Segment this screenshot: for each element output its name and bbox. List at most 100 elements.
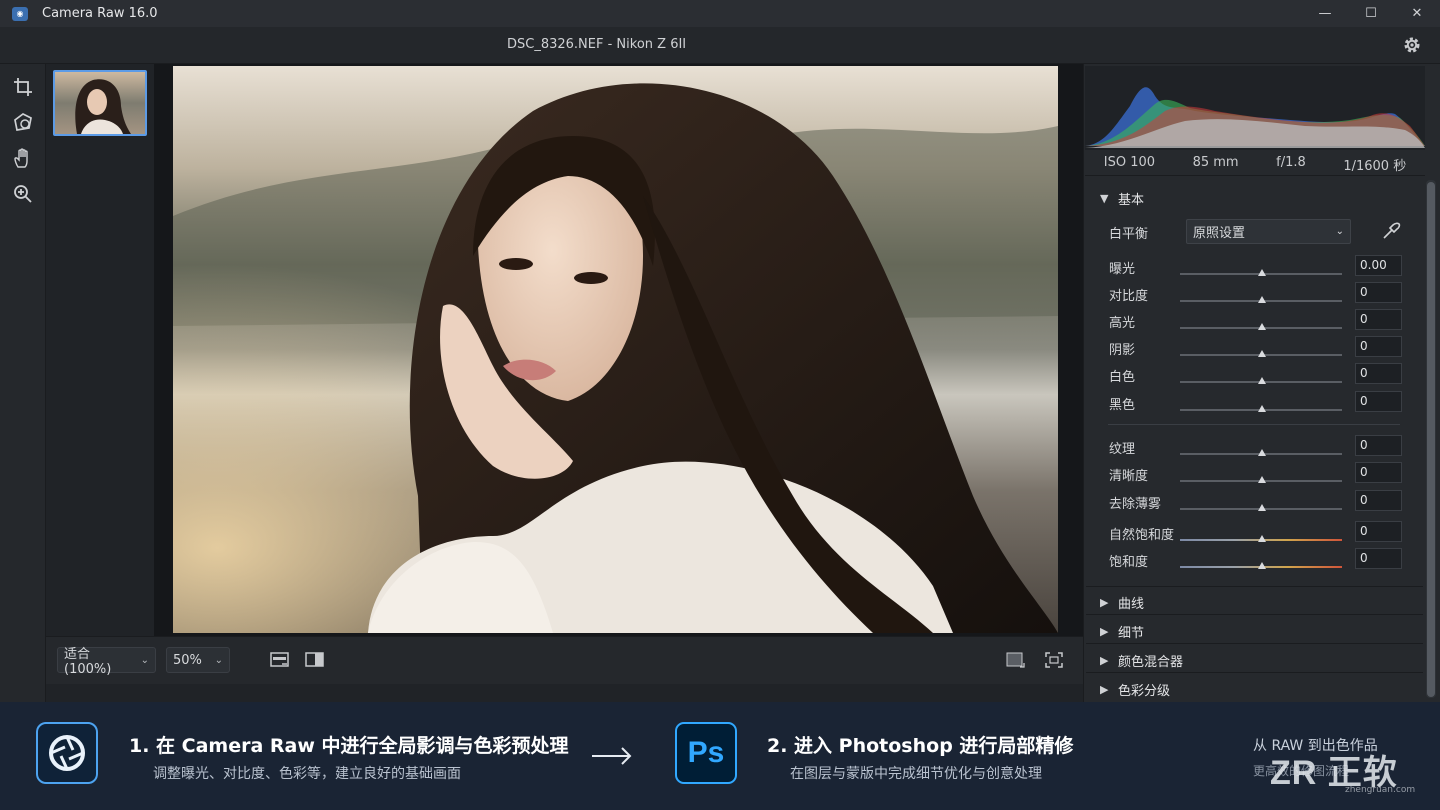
- before-after-split-icon[interactable]: [305, 651, 325, 669]
- section-divider: [1086, 643, 1423, 644]
- white-balance-label: 白平衡: [1109, 227, 1149, 242]
- slider-label: 阴影: [1109, 343, 1136, 358]
- filmstrip-toggle-icon[interactable]: [1006, 651, 1026, 669]
- masking-icon[interactable]: [12, 111, 34, 133]
- chevron-down-icon: ⌄: [140, 654, 149, 666]
- slider-handle[interactable]: [1258, 269, 1266, 276]
- slider-handle[interactable]: [1258, 377, 1266, 384]
- white-balance-select[interactable]: 原照设置 ⌄: [1186, 219, 1351, 244]
- chevron-right-icon: ▶: [1100, 596, 1109, 609]
- title-bar: ◉ Camera Raw 16.0 — ☐ ✕: [0, 0, 1440, 27]
- chevron-right-icon: ▶: [1100, 683, 1109, 696]
- aperture-value: f/1.8: [1276, 155, 1306, 170]
- slider-label: 曝光: [1109, 262, 1136, 277]
- slider-group-divider: [1108, 424, 1400, 425]
- slider-value-field[interactable]: 0: [1355, 462, 1402, 483]
- white-balance-value: 原照设置: [1193, 226, 1246, 241]
- section-header[interactable]: ▶ 曲线: [1100, 593, 1144, 612]
- section-basic-header[interactable]: ▼ 基本: [1100, 189, 1144, 208]
- chevron-down-icon: ▼: [1100, 192, 1109, 205]
- shutter-value: 1/1600 秒: [1343, 159, 1407, 174]
- file-info: DSC_8326.NEF - Nikon Z 6II: [507, 37, 687, 52]
- step2-subtitle: 在图层与蒙版中完成细节优化与创意处理: [790, 766, 1042, 782]
- gear-icon[interactable]: [1402, 35, 1422, 55]
- step1-title: 1. 在 Camera Raw 中进行全局影调与色彩预处理: [129, 735, 569, 757]
- slider-label: 高光: [1109, 316, 1136, 331]
- slider-label: 自然饱和度: [1109, 528, 1175, 543]
- eyedropper-icon[interactable]: [1381, 221, 1401, 241]
- slider-handle[interactable]: [1258, 296, 1266, 303]
- section-title: 色彩分级: [1118, 684, 1171, 699]
- slider-handle[interactable]: [1258, 350, 1266, 357]
- exif-info: ISO 100 85 mm f/1.8 1/1600 秒: [1085, 152, 1425, 176]
- chevron-right-icon: ▶: [1100, 654, 1109, 667]
- zoom-icon[interactable]: [12, 183, 34, 205]
- view-bar-footer: [46, 684, 1083, 702]
- filmstrip: [46, 64, 154, 636]
- section-divider: [1086, 672, 1423, 673]
- step1-subtitle: 调整曝光、对比度、色彩等，建立良好的基础画面: [153, 766, 461, 782]
- zhengruan-watermark: ZR 正软 zhengruan.com: [1270, 745, 1435, 801]
- slider-handle[interactable]: [1258, 504, 1266, 511]
- close-button[interactable]: ✕: [1394, 0, 1440, 27]
- photoshop-logo-text: Ps: [687, 736, 725, 769]
- camera-raw-app-icon: ◉: [12, 6, 28, 21]
- chevron-down-icon: ⌄: [1335, 226, 1344, 237]
- camera-raw-logo-icon: [36, 722, 98, 784]
- arrow-right-icon: [592, 747, 632, 765]
- fit-zoom-value: 适合 (100%): [64, 647, 112, 677]
- section-divider: [1086, 586, 1423, 587]
- slider-value-field[interactable]: 0: [1355, 363, 1402, 384]
- slider-handle[interactable]: [1258, 535, 1266, 542]
- slider-value-field[interactable]: 0: [1355, 435, 1402, 456]
- slider-handle[interactable]: [1258, 476, 1266, 483]
- chevron-down-icon: ⌄: [214, 654, 223, 666]
- slider-label: 去除薄雾: [1109, 497, 1162, 512]
- section-title: 曲线: [1118, 597, 1145, 612]
- slider-handle[interactable]: [1258, 449, 1266, 456]
- section-divider: [1086, 614, 1423, 615]
- slider-label: 纹理: [1109, 442, 1136, 457]
- slider-label: 清晰度: [1109, 469, 1149, 484]
- slider-value-field[interactable]: 0: [1355, 282, 1402, 303]
- histogram: [1085, 66, 1425, 150]
- section-header[interactable]: ▶ 色彩分级: [1100, 680, 1170, 699]
- zoom-percent-select[interactable]: 50% ⌄: [166, 647, 230, 673]
- app-title: Camera Raw 16.0: [42, 6, 158, 21]
- slider-value-field[interactable]: 0: [1355, 490, 1402, 511]
- minimize-button[interactable]: —: [1302, 0, 1348, 27]
- header-bar: DSC_8326.NEF - Nikon Z 6II: [0, 27, 1440, 64]
- maximize-button[interactable]: ☐: [1348, 0, 1394, 27]
- hand-icon[interactable]: [12, 147, 34, 169]
- section-basic-title: 基本: [1118, 193, 1145, 208]
- fit-zoom-select[interactable]: 适合 (100%) ⌄: [57, 647, 156, 677]
- main-photo[interactable]: [173, 66, 1058, 633]
- crop-icon[interactable]: [12, 76, 34, 98]
- slider-label: 饱和度: [1109, 555, 1149, 570]
- chevron-right-icon: ▶: [1100, 625, 1109, 638]
- slider-value-field[interactable]: 0: [1355, 336, 1402, 357]
- before-after-cycle-icon[interactable]: [270, 651, 290, 669]
- slider-value-field[interactable]: 0: [1355, 309, 1402, 330]
- slider-label: 白色: [1109, 370, 1136, 385]
- slider-value-field[interactable]: 0.00: [1355, 255, 1402, 276]
- section-header[interactable]: ▶ 细节: [1100, 622, 1144, 641]
- focal-length-value: 85 mm: [1192, 155, 1239, 170]
- step2-title: 2. 进入 Photoshop 进行局部精修: [767, 735, 1074, 757]
- slider-handle[interactable]: [1258, 562, 1266, 569]
- section-header[interactable]: ▶ 颜色混合器: [1100, 651, 1183, 670]
- panel-scrollbar-thumb[interactable]: [1427, 182, 1435, 697]
- window-controls: — ☐ ✕: [1302, 0, 1440, 27]
- slider-label: 对比度: [1109, 289, 1149, 304]
- slider-value-field[interactable]: 0: [1355, 548, 1402, 569]
- section-title: 颜色混合器: [1118, 655, 1184, 670]
- photo-thumbnail[interactable]: [53, 70, 147, 136]
- photoshop-logo-icon: Ps: [675, 722, 737, 784]
- watermark-url: zhengruan.com: [1345, 785, 1416, 795]
- slider-value-field[interactable]: 0: [1355, 521, 1402, 542]
- slider-handle[interactable]: [1258, 405, 1266, 412]
- slider-value-field[interactable]: 0: [1355, 391, 1402, 412]
- slider-label: 黑色: [1109, 398, 1136, 413]
- slider-handle[interactable]: [1258, 323, 1266, 330]
- fullscreen-icon[interactable]: [1044, 651, 1064, 669]
